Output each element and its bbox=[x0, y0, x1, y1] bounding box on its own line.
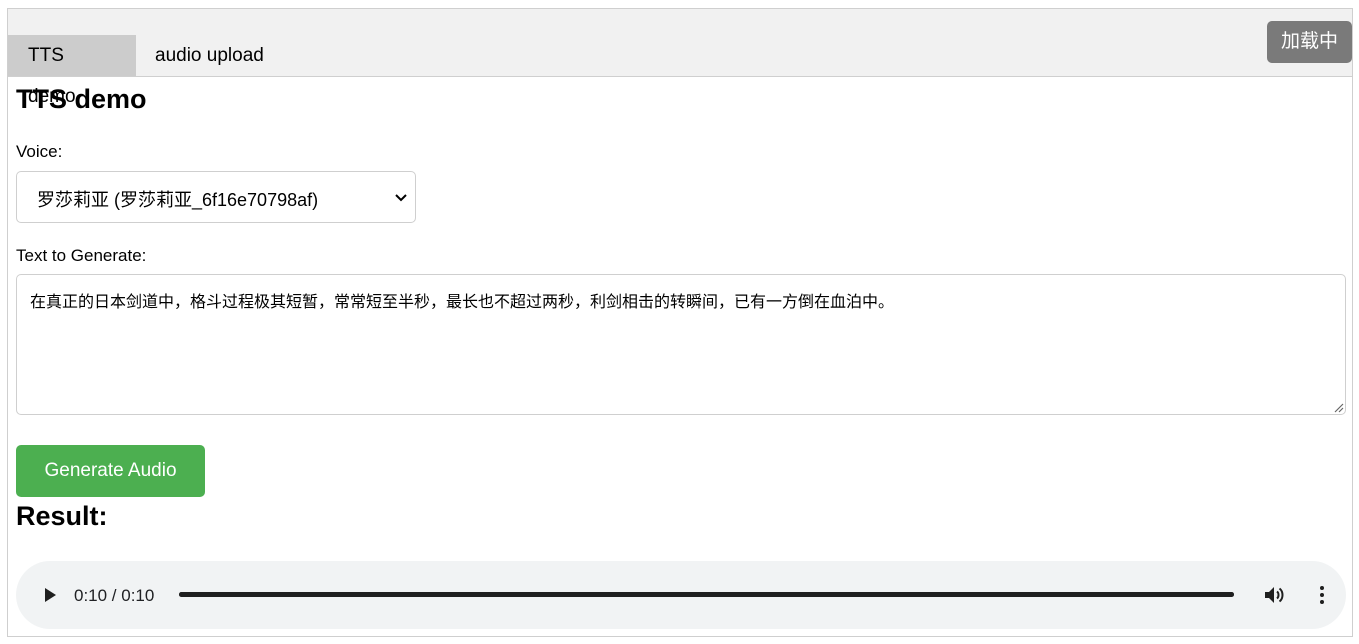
page-title: TTS demo bbox=[16, 84, 147, 114]
seek-bar[interactable] bbox=[179, 592, 1234, 597]
text-label: Text to Generate: bbox=[16, 246, 147, 265]
resize-handle-icon[interactable] bbox=[1332, 401, 1344, 413]
time-display: 0:10 / 0:10 bbox=[74, 586, 155, 605]
volume-icon[interactable] bbox=[1262, 583, 1286, 607]
voice-selected-value: 罗莎莉亚 (罗莎莉亚_6f16e70798af) bbox=[37, 190, 319, 210]
audio-player: 0:10 / 0:10 bbox=[16, 561, 1346, 629]
app-frame: TTS demo audio upload 加载中 TTS demo Voice… bbox=[7, 8, 1353, 637]
text-input[interactable]: 在真正的日本剑道中，格斗过程极其短暂，常常短至半秒，最长也不超过两秒，利剑相击的… bbox=[16, 274, 1346, 415]
voice-label: Voice: bbox=[16, 142, 63, 161]
tab-bar: TTS demo audio upload 加载中 bbox=[8, 9, 1352, 107]
text-input-value: 在真正的日本剑道中，格斗过程极其短暂，常常短至半秒，最长也不超过两秒，利剑相击的… bbox=[30, 292, 895, 311]
more-options-icon[interactable] bbox=[1310, 583, 1334, 607]
generate-audio-button[interactable]: Generate Audio bbox=[16, 445, 205, 497]
seek-bar-progress bbox=[179, 592, 1234, 597]
play-icon[interactable] bbox=[40, 585, 60, 605]
tab-tts-demo[interactable]: TTS demo bbox=[8, 35, 136, 107]
voice-select[interactable]: 罗莎莉亚 (罗莎莉亚_6f16e70798af) bbox=[16, 171, 416, 223]
result-title: Result: bbox=[16, 501, 108, 531]
chevron-down-icon bbox=[395, 194, 407, 202]
tab-audio-upload[interactable]: audio upload bbox=[135, 35, 284, 76]
loading-badge: 加载中 bbox=[1267, 21, 1352, 63]
